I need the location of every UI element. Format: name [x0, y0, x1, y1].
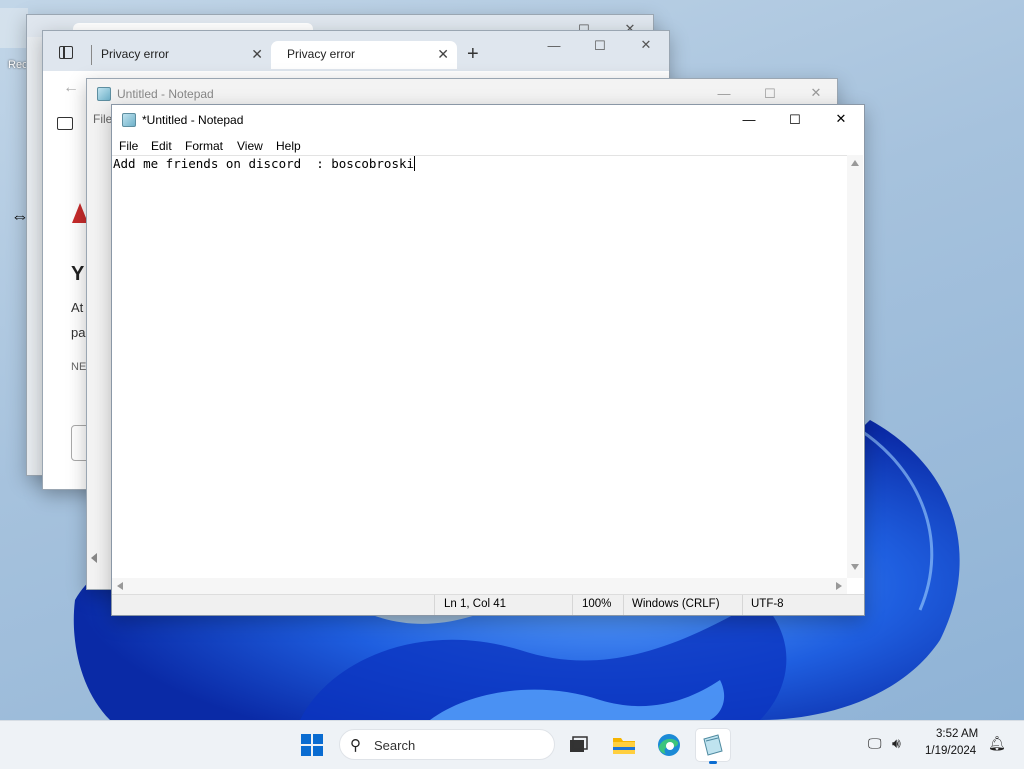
edge-button[interactable] [652, 729, 686, 761]
tab-actions-icon[interactable] [59, 46, 73, 59]
scroll-left-icon[interactable] [117, 582, 123, 590]
taskbar: ⚲ Search 🖵 🔊︎ 🔔︎ [0, 720, 1024, 769]
active-indicator [709, 761, 717, 764]
status-divider [623, 595, 624, 615]
clock-date[interactable]: 1/19/2024 [925, 745, 976, 757]
editor-content[interactable]: Add me friends on discord : boscobroski [113, 156, 416, 171]
tab-close-icon[interactable]: ✕ [437, 41, 449, 67]
maximize-icon[interactable]: ☐ [763, 87, 777, 101]
windows-logo-icon [301, 746, 311, 756]
notepad-menubar: File Edit Format View Help [112, 135, 864, 155]
close-icon[interactable]: ✕ [834, 112, 848, 126]
notepad-icon [703, 734, 723, 756]
notification-bell-icon[interactable]: 🔔︎ [988, 735, 1006, 752]
windows-logo-icon [313, 746, 323, 756]
status-bar: Ln 1, Col 41 100% Windows (CRLF) UTF-8 [112, 594, 864, 615]
task-view-button[interactable] [561, 729, 595, 761]
new-tab-icon[interactable]: + [467, 43, 479, 66]
file-explorer-button[interactable] [607, 729, 641, 761]
notepad-icon [122, 113, 136, 127]
minimize-icon[interactable]: — [717, 87, 731, 101]
status-encoding: UTF-8 [751, 598, 784, 610]
scroll-down-icon[interactable] [851, 564, 859, 570]
task-view-icon [570, 736, 588, 752]
tab-label: Privacy error [101, 47, 170, 61]
start-button[interactable] [301, 734, 323, 756]
window-title: Untitled - Notepad [117, 87, 214, 101]
menu-view[interactable]: View [237, 139, 263, 153]
text-editor[interactable]: Add me friends on discord : boscobroski [112, 155, 847, 579]
status-divider [572, 595, 573, 615]
error-heading: Y [71, 263, 85, 285]
scroll-right-icon[interactable] [836, 582, 842, 590]
notepad-titlebar[interactable]: *Untitled - Notepad — ☐ ✕ [112, 105, 864, 135]
window-title: *Untitled - Notepad [142, 113, 244, 127]
close-icon[interactable]: ✕ [809, 86, 823, 100]
edge-icon [658, 734, 680, 756]
horizontal-scrollbar[interactable] [112, 578, 847, 594]
minimize-icon[interactable]: — [742, 113, 756, 127]
volume-icon[interactable]: 🔊︎ [892, 735, 901, 752]
text-caret [414, 156, 416, 171]
search-placeholder: Search [374, 738, 416, 753]
maximize-icon[interactable]: ☐ [593, 39, 607, 53]
close-icon[interactable]: ✕ [639, 38, 653, 52]
status-divider [742, 595, 743, 615]
browser-tabstrip: Privacy error ✕ Privacy error ✕ + — ☐ ✕ [43, 31, 669, 71]
editor-text: Add me friends on discord : boscobroski [113, 156, 415, 171]
status-line-ending: Windows (CRLF) [632, 598, 720, 610]
status-cursor-position: Ln 1, Col 41 [444, 598, 507, 610]
menu-file[interactable]: File [119, 139, 138, 153]
menu-format[interactable]: Format [185, 139, 223, 153]
error-text-line-2: pa [71, 325, 86, 340]
taskbar-search[interactable]: ⚲ Search [339, 729, 555, 760]
folder-icon [613, 738, 635, 754]
menu-help[interactable]: Help [276, 139, 301, 153]
scroll-left-icon[interactable] [91, 553, 97, 563]
menu-file[interactable]: File [93, 112, 112, 126]
search-icon: ⚲ [350, 737, 361, 754]
error-code: NE [71, 361, 87, 373]
desktop-icon-recycle-bin[interactable] [0, 8, 28, 48]
notepad-icon [97, 87, 111, 101]
status-divider [434, 595, 435, 615]
scroll-up-icon[interactable] [851, 160, 859, 166]
tab-privacy-error-1[interactable]: Privacy error ✕ [85, 41, 271, 69]
notepad-window[interactable]: *Untitled - Notepad — ☐ ✕ File Edit Form… [111, 104, 865, 616]
error-text-line-1: At [71, 300, 84, 315]
notepad-taskbar-button[interactable] [696, 729, 730, 764]
clock-time[interactable]: 3:52 AM [936, 728, 978, 740]
maximize-icon[interactable]: ☐ [788, 113, 802, 127]
back-arrow-icon[interactable]: ← [63, 79, 79, 97]
windows-logo-icon [301, 734, 311, 744]
vertical-scrollbar[interactable] [847, 155, 863, 578]
status-zoom: 100% [582, 598, 612, 610]
tab-privacy-error-2[interactable]: Privacy error ✕ [271, 41, 457, 69]
desktop-icon-label: Rec [8, 59, 28, 71]
network-icon[interactable]: 🖵 [868, 735, 882, 752]
menu-edit[interactable]: Edit [151, 139, 172, 153]
tab-close-icon[interactable]: ✕ [251, 41, 263, 67]
favorites-icon[interactable] [57, 117, 73, 130]
minimize-icon[interactable]: — [547, 39, 561, 53]
tab-label: Privacy error [287, 47, 356, 61]
windows-logo-icon [313, 734, 323, 744]
